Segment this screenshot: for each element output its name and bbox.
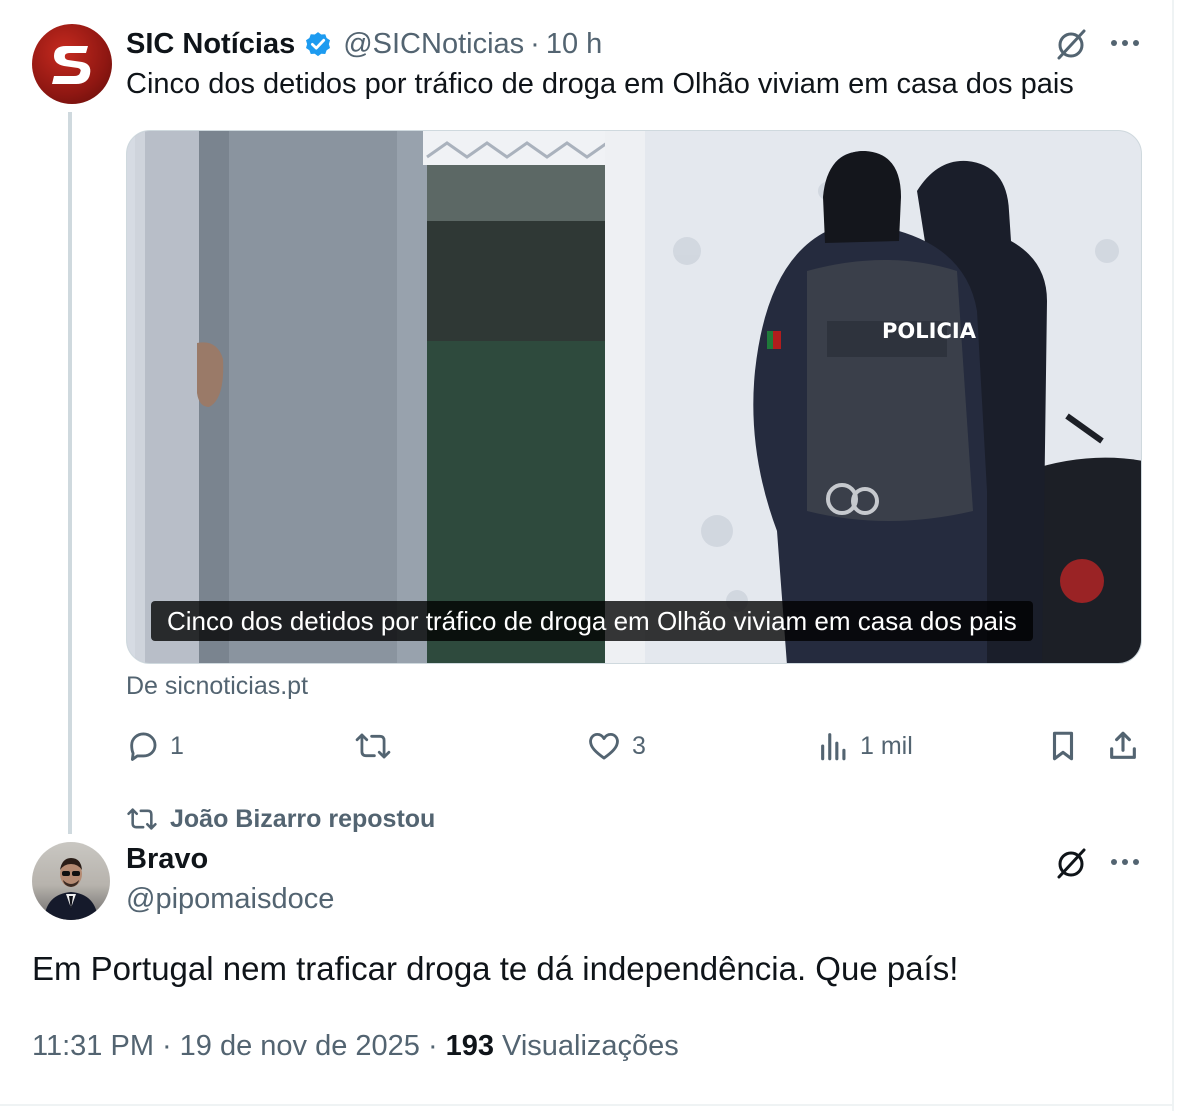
tweet-text: Cinco dos detidos por tráfico de droga e…: [126, 68, 1074, 100]
tweet-meta: 11:31 PM · 19 de nov de 2025 · 193 Visua…: [32, 1030, 679, 1063]
grok-icon[interactable]: [1053, 845, 1089, 881]
views-label: Visualizações: [502, 1030, 679, 1062]
views-analytics-icon: [821, 733, 846, 761]
bravo-avatar[interactable]: [32, 842, 110, 920]
sic-avatar[interactable]: [32, 24, 112, 104]
views-total: 193: [445, 1030, 494, 1062]
column-border: [1172, 0, 1174, 1111]
meta-separator: ·: [161, 1030, 172, 1062]
grok-icon[interactable]: [1053, 26, 1089, 62]
views-count: 1 mil: [860, 731, 913, 760]
post-date[interactable]: 19 de nov de 2025: [180, 1030, 420, 1063]
repost-icon: [355, 733, 391, 759]
vest-label: POLICIA: [882, 319, 977, 343]
share-button[interactable]: [1106, 726, 1140, 766]
verified-badge-icon[interactable]: [303, 29, 333, 59]
media-caption: Cinco dos detidos por tráfico de droga e…: [151, 601, 1033, 641]
quote-author-handle[interactable]: @pipomaisdoce: [126, 883, 334, 916]
reply-button[interactable]: 1: [126, 726, 184, 766]
post-time[interactable]: 11:31 PM: [32, 1030, 154, 1063]
media-card[interactable]: POLICIA Cinco dos detidos por tráfico de…: [126, 130, 1142, 664]
bottom-divider: [0, 1104, 1172, 1106]
more-options-icon[interactable]: [1108, 845, 1142, 879]
views-button[interactable]: 1 mil: [818, 726, 913, 766]
heart-icon: [589, 732, 619, 760]
quote-text: Em Portugal nem traficar droga te dá ind…: [32, 950, 959, 987]
quote-author-name[interactable]: Bravo: [126, 843, 208, 876]
sic-logo-icon: [52, 46, 91, 84]
repost-notice: João Bizarro repostou: [126, 802, 435, 836]
like-count: 3: [632, 731, 646, 760]
bookmark-button[interactable]: [1048, 726, 1078, 766]
thread-line: [68, 112, 72, 834]
tweet-header: SIC Notícias @SICNoticias · 10 h: [126, 24, 602, 64]
link-source[interactable]: De sicnoticias.pt: [126, 672, 308, 701]
more-options-icon[interactable]: [1108, 26, 1142, 60]
like-button[interactable]: 3: [586, 726, 646, 766]
author-name[interactable]: SIC Notícias: [126, 28, 295, 61]
repost-button[interactable]: [355, 726, 401, 766]
tweet-page: SIC Notícias @SICNoticias · 10 h Cinco d…: [0, 0, 1200, 1111]
share-icon: [1110, 731, 1136, 759]
repost-notice-label[interactable]: João Bizarro repostou: [170, 805, 435, 834]
author-handle[interactable]: @SICNoticias: [343, 28, 524, 61]
meta-separator: ·: [427, 1030, 438, 1062]
reply-icon: [130, 732, 157, 761]
avatar-photo: [44, 858, 98, 920]
news-photo: POLICIA: [127, 131, 1141, 663]
reply-count: 1: [170, 731, 184, 760]
tweet-time[interactable]: 10 h: [546, 28, 602, 61]
bookmark-icon: [1052, 731, 1074, 761]
repost-small-icon: [127, 808, 157, 830]
separator-dot: ·: [530, 27, 540, 60]
